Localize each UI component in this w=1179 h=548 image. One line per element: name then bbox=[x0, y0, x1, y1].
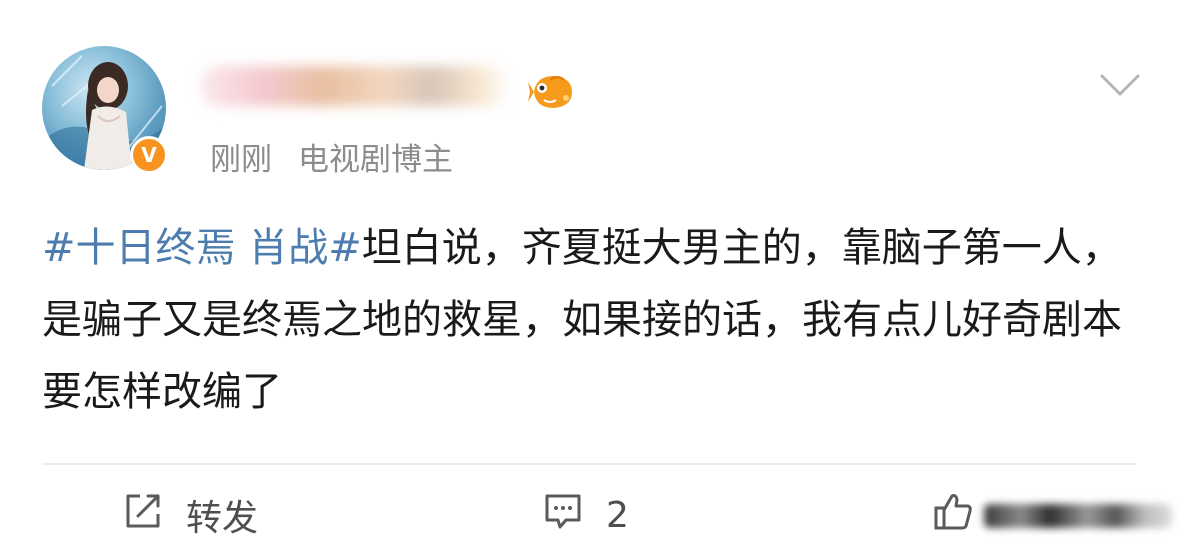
repost-label: 转发 bbox=[186, 498, 259, 539]
post-content: #十日终焉 肖战#坦白说，齐夏挺大男主的，靠脑子第一人，是骗子又是终焉之地的救星… bbox=[42, 212, 1142, 428]
repost-button[interactable]: 转发 bbox=[122, 490, 258, 540]
post-meta: 刚刚 电视剧博主 bbox=[210, 134, 453, 179]
post-time: 刚刚 bbox=[210, 142, 272, 178]
topic-link[interactable]: #十日终焉 肖战# bbox=[42, 225, 362, 271]
chevron-down-icon[interactable] bbox=[1098, 70, 1142, 100]
post-source: 电视剧博主 bbox=[298, 142, 453, 178]
thumbs-up-icon bbox=[932, 490, 974, 541]
fish-icon bbox=[528, 70, 576, 114]
comment-icon bbox=[542, 490, 584, 541]
share-icon bbox=[122, 490, 164, 541]
comment-button[interactable]: 2 bbox=[542, 490, 629, 540]
divider bbox=[42, 463, 1136, 465]
comment-count: 2 bbox=[606, 494, 629, 536]
like-blurred-area bbox=[984, 504, 1172, 528]
weibo-post-card: V 刚刚 电视剧博主 #十日终焉 肖战#坦白说，齐夏挺大男主的，靠脑子第一人，是骗… bbox=[0, 0, 1179, 539]
verified-badge-icon: V bbox=[130, 136, 168, 174]
like-button[interactable] bbox=[932, 490, 1172, 541]
username-blurred[interactable] bbox=[200, 58, 520, 114]
